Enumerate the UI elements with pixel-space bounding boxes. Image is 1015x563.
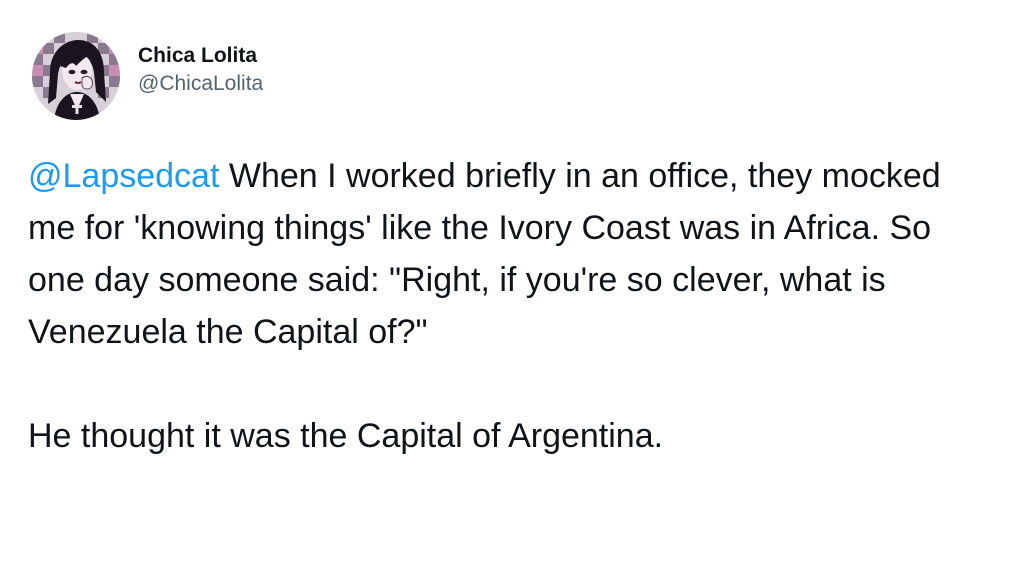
avatar-image bbox=[32, 32, 120, 120]
user-handle[interactable]: @ChicaLolita bbox=[138, 70, 263, 98]
display-name[interactable]: Chica Lolita bbox=[138, 42, 263, 70]
avatar[interactable] bbox=[32, 32, 120, 120]
tweet-paragraph-1: @Lapsedcat When I worked briefly in an o… bbox=[28, 150, 978, 358]
mention-link[interactable]: @Lapsedcat bbox=[28, 157, 219, 195]
tweet-card: Chica Lolita @ChicaLolita @Lapsedcat Whe… bbox=[0, 0, 1015, 563]
author-names: Chica Lolita @ChicaLolita bbox=[138, 42, 263, 98]
tweet-paragraph-2: He thought it was the Capital of Argenti… bbox=[28, 417, 664, 455]
tweet-text: @Lapsedcat When I worked briefly in an o… bbox=[28, 150, 978, 462]
tweet-header: Chica Lolita @ChicaLolita bbox=[32, 28, 263, 124]
